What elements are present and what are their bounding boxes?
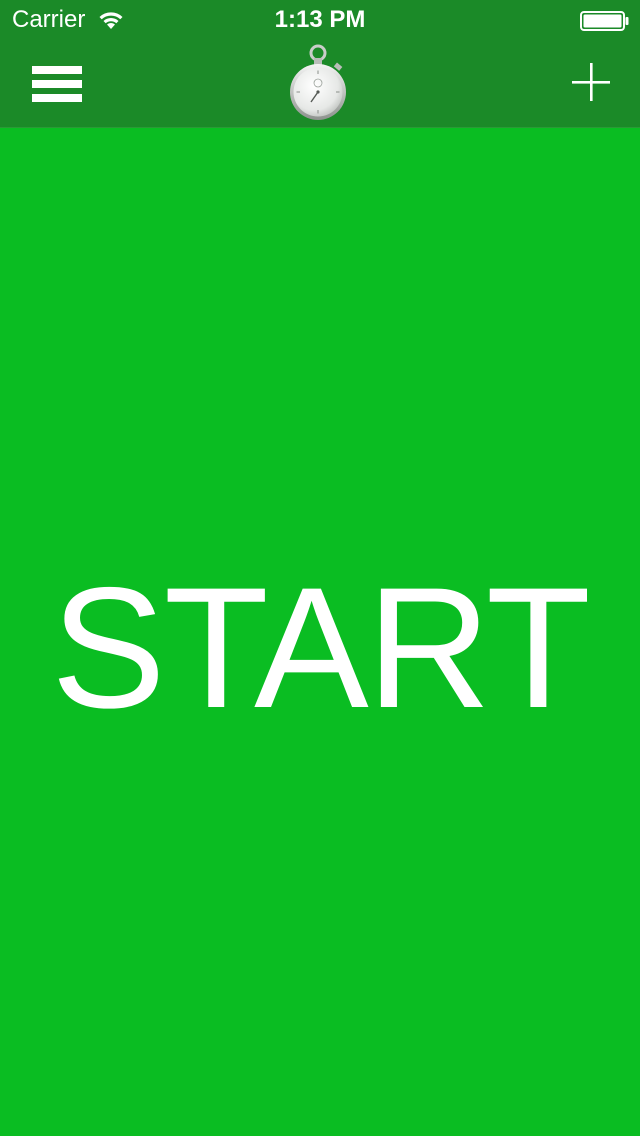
- status-time: 1:13 PM: [274, 6, 366, 33]
- stopwatch-icon: [290, 44, 346, 120]
- add-button[interactable]: [566, 58, 616, 108]
- start-button[interactable]: START: [0, 128, 640, 1136]
- menu-button[interactable]: [26, 56, 88, 112]
- plus-icon: [572, 63, 610, 101]
- battery-icon: [580, 11, 629, 31]
- nav-bar: [0, 40, 640, 128]
- app-header: Carrier 1:13 PM: [0, 0, 640, 128]
- start-label: START: [51, 552, 591, 744]
- status-bar: Carrier 1:13 PM: [0, 0, 640, 40]
- hamburger-menu-icon: [32, 66, 82, 102]
